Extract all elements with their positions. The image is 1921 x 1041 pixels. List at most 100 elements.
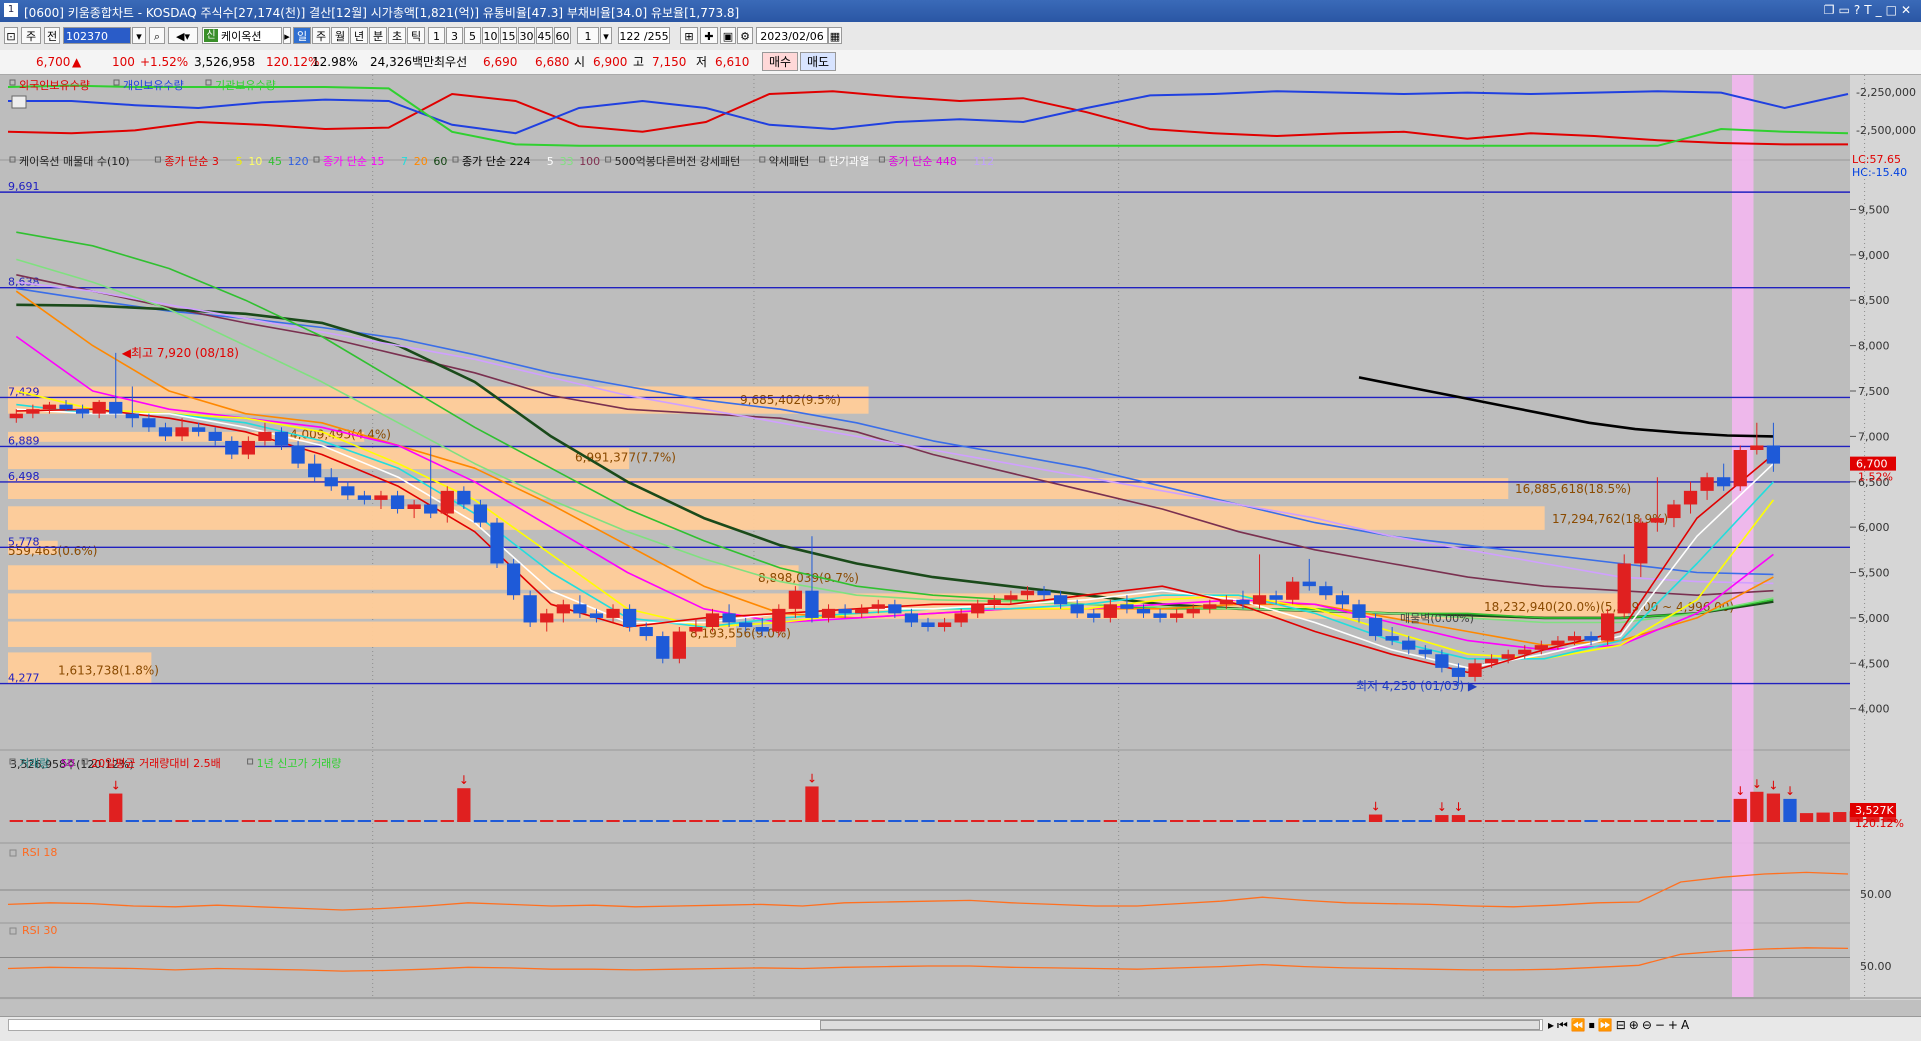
maximize-icon[interactable]: □ bbox=[1886, 3, 1901, 17]
close-icon[interactable]: ✕ bbox=[1901, 3, 1915, 17]
minute-30[interactable]: 30 bbox=[518, 27, 535, 44]
chart-navigation[interactable]: ▸⏮⏪⏹⏩⊟⊕⊖−+A bbox=[1548, 1018, 1692, 1033]
volume-bar-29 bbox=[490, 820, 504, 822]
tile-icon[interactable]: ▭ bbox=[1839, 3, 1854, 17]
period-7[interactable]: 틱 bbox=[407, 27, 425, 44]
volume-bar-52 bbox=[871, 820, 885, 822]
candle-body-20 bbox=[341, 486, 355, 496]
candle-body-5 bbox=[92, 401, 106, 414]
panel-toggle-icon bbox=[11, 95, 27, 109]
count-dropdown-icon[interactable]: ▾ bbox=[600, 27, 612, 44]
candle-body-94 bbox=[1567, 636, 1582, 641]
prev-button[interactable]: 전 bbox=[44, 27, 60, 44]
stock-chart[interactable]: 9,685,402(9.5%)4,009,493(4.4%)6,991,377(… bbox=[0, 75, 1921, 1000]
period-1[interactable]: 일 bbox=[293, 27, 311, 44]
gear-icon[interactable]: ⚙ bbox=[737, 27, 753, 44]
volume-bar-2 bbox=[42, 820, 57, 822]
volume-profile-label-3: 6,991,377(7.7%) bbox=[575, 450, 676, 464]
candle-body-47 bbox=[788, 590, 803, 609]
candle-body-10 bbox=[175, 427, 189, 437]
search-icon[interactable]: ⌕ bbox=[149, 27, 165, 44]
volume-bar-24 bbox=[407, 820, 421, 822]
chart-menu-icon[interactable]: ⊡ bbox=[4, 27, 18, 44]
price-axis-label-0: 9,500 bbox=[1858, 203, 1890, 216]
period-3[interactable]: 월 bbox=[331, 27, 349, 44]
volume-bar-69 bbox=[1153, 820, 1167, 822]
restore-icon[interactable]: ❐ bbox=[1824, 3, 1839, 17]
candle-body-54 bbox=[904, 613, 919, 623]
horizontal-scrollbar[interactable]: ▸⏮⏪⏹⏩⊟⊕⊖−+A bbox=[0, 1016, 1921, 1034]
price-change: 100 bbox=[112, 55, 135, 69]
stock-name-field[interactable]: 신 케이옥션 bbox=[202, 27, 282, 44]
buy-button[interactable]: 매수 bbox=[762, 52, 798, 71]
text-icon[interactable]: T bbox=[1864, 3, 1875, 17]
candle-body-98 bbox=[1634, 522, 1648, 564]
stock-code-input[interactable]: 102370 bbox=[63, 27, 131, 44]
date-input[interactable]: 2023/02/06 bbox=[756, 27, 828, 44]
volume-bar-39 bbox=[656, 820, 670, 822]
stock-name: 케이옥션 bbox=[221, 30, 262, 43]
low-annotation: 최저 4,250 (01/03) ▶ bbox=[1356, 679, 1478, 693]
sound-icon[interactable]: ◀▾ bbox=[168, 27, 198, 44]
volume-bar-92 bbox=[1534, 820, 1548, 822]
candle-body-60 bbox=[1004, 595, 1018, 600]
volume-spike-2 bbox=[457, 788, 471, 822]
count-input[interactable]: 1 bbox=[577, 27, 599, 44]
candle-body-86 bbox=[1435, 654, 1449, 668]
candle-body-89 bbox=[1484, 658, 1499, 664]
period-6[interactable]: 초 bbox=[388, 27, 406, 44]
save-icon[interactable]: ▣ bbox=[720, 27, 736, 44]
period-4[interactable]: 년 bbox=[350, 27, 368, 44]
period-2[interactable]: 주 bbox=[312, 27, 330, 44]
volume-bar-32 bbox=[540, 820, 554, 822]
zoom-icon[interactable]: ⊞ bbox=[680, 27, 698, 44]
calendar-icon[interactable]: ▦ bbox=[828, 27, 842, 44]
candle-body-6 bbox=[109, 401, 123, 414]
candle-body-8 bbox=[142, 418, 156, 428]
candle-body-39 bbox=[656, 636, 670, 659]
holdings-axis-label-2: -2,500,000 bbox=[1856, 124, 1916, 137]
volume-bar-19 bbox=[324, 820, 338, 822]
period-5[interactable]: 분 bbox=[369, 27, 387, 44]
window-controls[interactable]: ❐▭?T_□✕ bbox=[1824, 3, 1915, 17]
volume-bar-72 bbox=[1203, 820, 1217, 822]
volume-spike-10 bbox=[1783, 798, 1797, 822]
volume-bar-66 bbox=[1103, 820, 1117, 822]
sell-button[interactable]: 매도 bbox=[800, 52, 836, 71]
name-dropdown-icon[interactable]: ▸ bbox=[283, 27, 291, 44]
code-dropdown-icon[interactable]: ▾ bbox=[132, 27, 146, 44]
candle-body-93 bbox=[1551, 640, 1565, 646]
candle-body-99 bbox=[1650, 518, 1664, 523]
volume-bar-97 bbox=[1617, 820, 1631, 822]
candle-body-50 bbox=[838, 608, 852, 614]
scroll-thumb[interactable] bbox=[820, 1020, 1540, 1030]
volume-profile-bar-7 bbox=[8, 565, 799, 590]
minute-1[interactable]: 1 bbox=[428, 27, 445, 44]
quote-bar: 6,700 ▲ 100 +1.52% 3,526,958 120.12% 12.… bbox=[0, 50, 1921, 75]
candle-body-34 bbox=[573, 604, 587, 614]
minute-45[interactable]: 45 bbox=[536, 27, 553, 44]
volume-bar-17 bbox=[291, 820, 305, 822]
cross-icon[interactable]: ✚ bbox=[700, 27, 718, 44]
volume-bar-94 bbox=[1567, 820, 1582, 822]
volume-bar-98 bbox=[1634, 820, 1648, 822]
minute-3[interactable]: 3 bbox=[446, 27, 463, 44]
minute-10[interactable]: 10 bbox=[482, 27, 499, 44]
minute-60[interactable]: 60 bbox=[554, 27, 571, 44]
ma-legend-17: 단기과열 bbox=[829, 155, 869, 168]
ma-legend-1: 케이옥션 매물대 수(10) bbox=[19, 155, 130, 168]
minimize-icon[interactable]: _ bbox=[1876, 3, 1886, 17]
candle-body-59 bbox=[987, 599, 1001, 605]
minute-5[interactable]: 5 bbox=[464, 27, 481, 44]
candle-body-100 bbox=[1667, 504, 1681, 519]
minute-15[interactable]: 15 bbox=[500, 27, 517, 44]
help-icon[interactable]: ? bbox=[1854, 3, 1864, 17]
volume-bar-79 bbox=[1319, 820, 1333, 822]
volume-bar-80 bbox=[1335, 820, 1350, 822]
candle-body-15 bbox=[258, 431, 272, 441]
volume-spike-5 bbox=[1435, 815, 1449, 822]
volume-bar-23 bbox=[390, 820, 405, 822]
volume-bar-18 bbox=[308, 820, 322, 822]
period-button[interactable]: 주 bbox=[21, 27, 41, 44]
bar-count-field[interactable]: 122 /255 bbox=[618, 27, 670, 44]
